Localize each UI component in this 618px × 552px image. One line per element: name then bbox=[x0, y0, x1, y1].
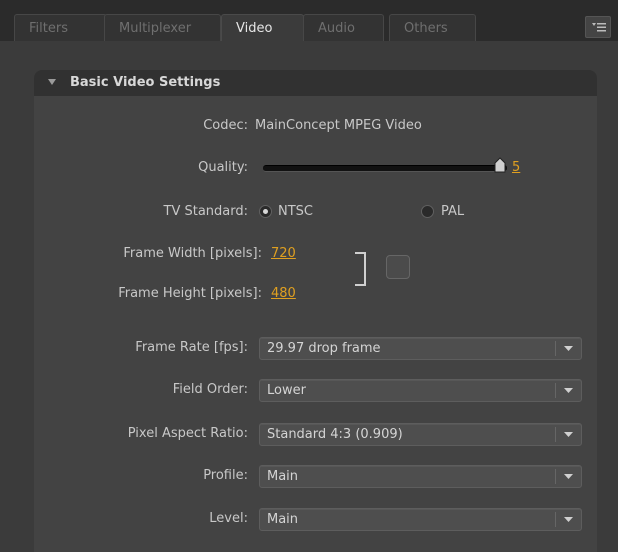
pixel-aspect-label: Pixel Aspect Ratio: bbox=[127, 426, 248, 441]
pixel-aspect-value: Standard 4:3 (0.909) bbox=[267, 427, 403, 442]
tab-filters[interactable]: Filters bbox=[14, 14, 107, 41]
profile-label: Profile: bbox=[203, 468, 248, 483]
chevron-down-icon bbox=[564, 432, 573, 437]
constrain-proportions-checkbox[interactable] bbox=[386, 255, 410, 279]
pixel-aspect-dropdown[interactable]: Standard 4:3 (0.909) bbox=[259, 423, 582, 446]
frame-rate-dropdown[interactable]: 29.97 drop frame bbox=[259, 337, 582, 360]
panel-title: Basic Video Settings bbox=[70, 75, 221, 90]
profile-value: Main bbox=[267, 469, 299, 484]
tab-multiplexer[interactable]: Multiplexer bbox=[104, 14, 221, 41]
pal-label[interactable]: PAL bbox=[441, 204, 464, 219]
chevron-down-icon bbox=[564, 474, 573, 479]
ntsc-label[interactable]: NTSC bbox=[278, 204, 313, 219]
level-value: Main bbox=[267, 512, 299, 527]
quality-value[interactable]: 5 bbox=[512, 160, 520, 175]
slider-thumb-icon[interactable] bbox=[494, 157, 506, 173]
panel-menu-button[interactable] bbox=[585, 16, 611, 38]
tab-audio[interactable]: Audio bbox=[303, 14, 384, 41]
constrain-link-bracket bbox=[355, 252, 366, 286]
frame-rate-label: Frame Rate [fps]: bbox=[135, 340, 248, 355]
tab-video[interactable]: Video bbox=[221, 14, 304, 41]
codec-label: Codec: bbox=[203, 118, 248, 133]
quality-label: Quality: bbox=[198, 160, 248, 175]
dropdown-separator bbox=[555, 512, 556, 527]
pal-radio[interactable] bbox=[421, 205, 434, 218]
field-order-label: Field Order: bbox=[172, 382, 248, 397]
ntsc-radio[interactable] bbox=[259, 205, 272, 218]
level-dropdown[interactable]: Main bbox=[259, 508, 582, 531]
dropdown-separator bbox=[555, 383, 556, 398]
dropdown-separator bbox=[555, 341, 556, 356]
quality-slider[interactable] bbox=[263, 165, 507, 172]
field-order-dropdown[interactable]: Lower bbox=[259, 379, 582, 402]
collapse-triangle-icon[interactable] bbox=[48, 79, 56, 86]
panel-header[interactable]: Basic Video Settings bbox=[34, 70, 597, 96]
codec-value: MainConcept MPEG Video bbox=[255, 118, 422, 133]
frame-width-label: Frame Width [pixels]: bbox=[123, 246, 262, 261]
tv-standard-label: TV Standard: bbox=[163, 204, 249, 219]
profile-dropdown[interactable]: Main bbox=[259, 465, 582, 488]
field-order-value: Lower bbox=[267, 383, 306, 398]
chevron-down-icon bbox=[564, 346, 573, 351]
frame-width-value[interactable]: 720 bbox=[271, 246, 296, 261]
dropdown-separator bbox=[555, 469, 556, 484]
frame-rate-value: 29.97 drop frame bbox=[267, 341, 381, 356]
level-label: Level: bbox=[209, 511, 248, 526]
tab-bar: Filters Multiplexer Video Audio Others bbox=[0, 0, 618, 41]
tab-others[interactable]: Others bbox=[389, 14, 476, 41]
chevron-down-icon bbox=[564, 517, 573, 522]
panel-menu-icon bbox=[592, 23, 606, 32]
frame-height-label: Frame Height [pixels]: bbox=[118, 286, 262, 301]
frame-height-value[interactable]: 480 bbox=[271, 286, 296, 301]
chevron-down-icon bbox=[564, 388, 573, 393]
dropdown-separator bbox=[555, 427, 556, 442]
